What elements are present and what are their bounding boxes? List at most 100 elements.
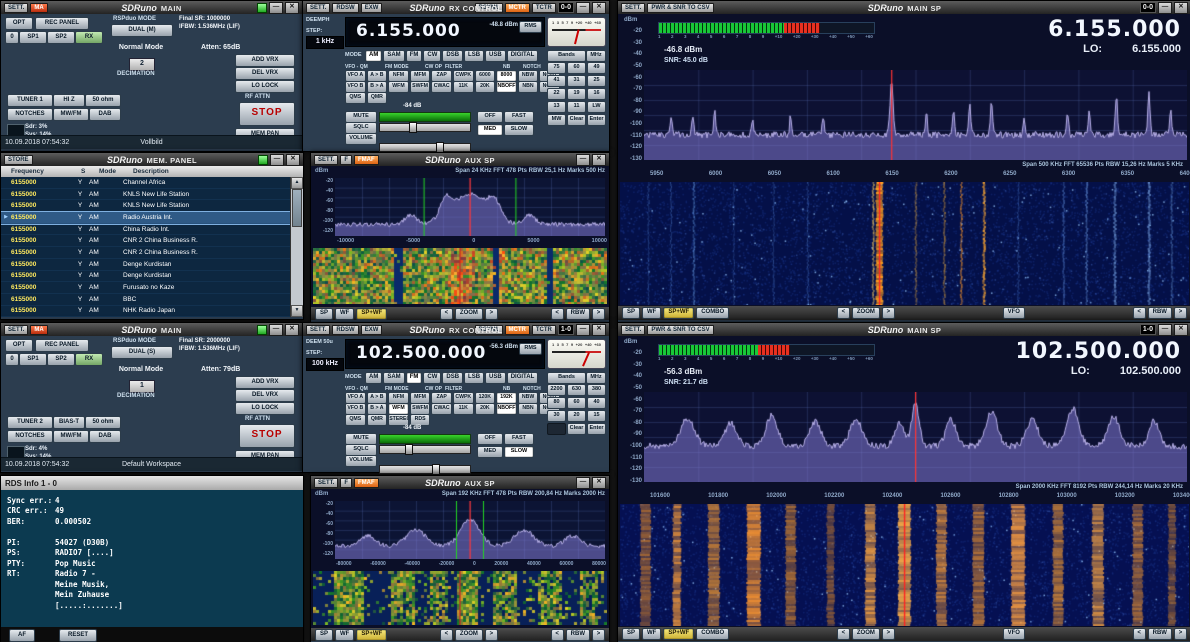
stop-button[interactable]: STOP <box>239 102 295 126</box>
titlebar[interactable]: SETT. RDSW EXW SDRunoRX CONTROL RSYN1 MC… <box>303 323 609 336</box>
notches-button[interactable]: NOTCHES <box>7 108 53 121</box>
titlebar[interactable]: SETT. MA SDRunoMAIN —✕ <box>1 323 302 336</box>
band-button[interactable]: 22 <box>547 88 566 100</box>
rx-grid-button[interactable]: 11K <box>453 81 474 93</box>
minimize-button[interactable]: — <box>269 2 283 14</box>
rms-button[interactable]: RMS <box>519 21 542 33</box>
bands-button[interactable]: Bands <box>547 372 586 384</box>
zoom-button[interactable]: ZOOM <box>852 628 880 640</box>
settings-button[interactable]: SETT. <box>621 325 645 335</box>
view-button[interactable]: SP <box>622 307 640 319</box>
band-button[interactable]: 380 <box>587 384 606 396</box>
titlebar[interactable]: RDS Info 1 - 0 <box>1 476 303 490</box>
zoom-out-button[interactable]: < <box>837 628 850 640</box>
dual-mode-dropdown[interactable]: DUAL (S) <box>111 346 173 359</box>
mode-button[interactable]: DIGITAL <box>507 372 539 384</box>
minimize-button[interactable]: — <box>576 477 590 489</box>
close-button[interactable]: ✕ <box>592 477 606 489</box>
input-50ohm-button[interactable]: 50 ohm <box>85 416 121 429</box>
rbw-button[interactable]: RBW <box>566 629 590 641</box>
rx-grid-button[interactable]: NBOFF <box>496 403 517 415</box>
mode-button[interactable]: AM <box>365 50 382 62</box>
titlebar[interactable]: SETT. PWR & SNR TO CSV SDRunoMAIN SP 0-0… <box>618 1 1190 14</box>
minimize-button[interactable]: — <box>270 154 284 166</box>
view-button[interactable]: WF <box>335 629 354 641</box>
aux-waterfall-display[interactable] <box>313 248 607 304</box>
bias-t-button[interactable]: BIAS-T <box>53 416 85 429</box>
rx-grid-button[interactable]: NBN <box>518 81 539 93</box>
ma-button[interactable]: MA <box>30 3 47 13</box>
sp2-button[interactable]: SP2 <box>47 31 75 44</box>
volume-slider[interactable] <box>379 143 471 152</box>
band-button[interactable]: 13 <box>547 101 566 113</box>
view-button[interactable]: WF <box>642 307 661 319</box>
rx-button[interactable]: RX <box>75 31 103 44</box>
band-button[interactable]: 49 <box>587 62 606 74</box>
header-description[interactable]: Description <box>133 168 303 175</box>
agc-button[interactable]: FAST <box>504 111 534 123</box>
scroll-thumb[interactable] <box>292 189 302 227</box>
view-button[interactable]: SP+WF <box>356 308 387 320</box>
agc-button[interactable]: SLOW <box>504 124 534 136</box>
fmaf-button[interactable]: FMAF <box>354 155 379 165</box>
table-row[interactable]: 6155000YAMCNR 2 China Business R. <box>1 247 291 259</box>
tuner-button[interactable]: TUNER 1 <box>7 94 53 107</box>
view-button[interactable]: WF <box>642 628 661 640</box>
rx-button[interactable]: RX <box>75 353 103 366</box>
mwfm-notch-button[interactable]: MW/FM <box>53 108 89 121</box>
zoom-out-button[interactable]: < <box>440 629 453 641</box>
band-button[interactable] <box>547 423 566 435</box>
band-button[interactable]: 75 <box>547 62 566 74</box>
band-button[interactable]: Clear <box>567 423 586 435</box>
table-row[interactable]: 6155000YAMFurusato no Kaze <box>1 282 291 294</box>
dab-notch-button[interactable]: DAB <box>89 108 121 121</box>
input-50ohm-button[interactable]: 50 ohm <box>85 94 121 107</box>
mode-button[interactable]: DSB <box>442 372 463 384</box>
f-button[interactable]: F <box>340 478 352 488</box>
rx-grid-button[interactable]: NBN <box>518 403 539 415</box>
mode-button[interactable]: LSB <box>464 372 484 384</box>
zoom-in-button[interactable]: > <box>882 628 895 640</box>
zoom-in-button[interactable]: > <box>485 629 498 641</box>
main-waterfall-display[interactable] <box>620 504 1189 626</box>
mode-button[interactable]: LSB <box>464 50 484 62</box>
table-row[interactable]: 6155000YAMBBC <box>1 294 291 306</box>
band-button[interactable]: 40 <box>587 397 606 409</box>
agc-button[interactable]: OFF <box>477 111 503 123</box>
header-s[interactable]: S <box>81 168 99 175</box>
mode-button[interactable]: AM <box>365 372 382 384</box>
minimize-button[interactable]: — <box>269 324 283 336</box>
minimize-button[interactable]: — <box>1158 2 1172 14</box>
mctr-button[interactable]: MCTR <box>505 3 530 13</box>
mhz-button[interactable]: MHz <box>586 50 606 62</box>
band-button[interactable]: 31 <box>567 75 586 87</box>
frequency-display[interactable]: 6.155.000 -48.8 dBm RMS <box>345 17 545 47</box>
tctr-button[interactable]: TCTR <box>532 325 556 335</box>
rbw-up-button[interactable]: > <box>1174 307 1187 319</box>
rdsw-button[interactable]: RDSW <box>332 3 358 13</box>
table-row[interactable]: 6155000YAMChina Radio Int. <box>1 224 291 236</box>
tctr-button[interactable]: TCTR <box>532 3 556 13</box>
close-button[interactable]: ✕ <box>592 2 606 14</box>
rbw-button[interactable]: RBW <box>1148 628 1172 640</box>
view-button[interactable]: COMBO <box>696 628 729 640</box>
band-button[interactable]: Enter <box>587 114 606 126</box>
zoom-button[interactable]: ZOOM <box>455 629 483 641</box>
minimize-button[interactable]: — <box>576 154 590 166</box>
header-frequency[interactable]: Frequency <box>1 168 81 175</box>
settings-button[interactable]: SETT. <box>4 325 28 335</box>
band-button[interactable]: 15 <box>587 410 606 422</box>
zoom-in-button[interactable]: > <box>485 308 498 320</box>
rbw-down-button[interactable]: < <box>1133 628 1146 640</box>
del-vrx-button[interactable]: DEL VRX <box>235 67 295 80</box>
zoom-out-button[interactable]: < <box>837 307 850 319</box>
csv-export-button[interactable]: PWR & SNR TO CSV <box>647 3 713 13</box>
main-spectrum-display[interactable] <box>644 392 1187 482</box>
table-row[interactable]: 6155000YAMDenge Kurdistan <box>1 271 291 283</box>
ma-button[interactable]: MA <box>30 325 47 335</box>
rdsw-button[interactable]: RDSW <box>332 325 358 335</box>
rbw-up-button[interactable]: > <box>592 629 605 641</box>
rx-grid-button[interactable]: WFM <box>388 81 409 93</box>
rx-grid-button[interactable]: CWAC <box>431 81 452 93</box>
reset-button[interactable]: RESET <box>59 629 97 642</box>
